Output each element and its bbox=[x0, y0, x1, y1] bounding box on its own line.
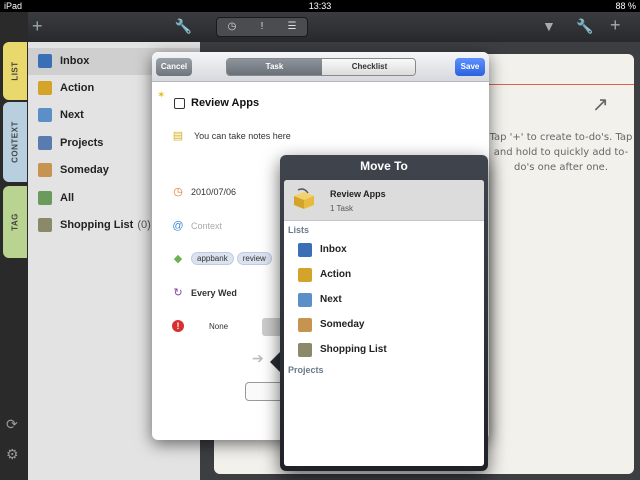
section-lists: Lists bbox=[288, 225, 310, 235]
status-bar: iPad 13:33 88 % bbox=[0, 0, 640, 12]
add-icon[interactable]: + bbox=[610, 15, 621, 36]
sidebar-item-label: Next bbox=[60, 109, 84, 121]
empty-hint-text: Tap '+' to create to-do's. Tap and hold … bbox=[489, 132, 633, 173]
move-item-label: Next bbox=[320, 294, 342, 305]
current-project: Review Apps 1 Task bbox=[284, 180, 484, 221]
action-icon bbox=[38, 81, 52, 95]
dialog-action-button[interactable] bbox=[245, 382, 285, 401]
item-count: (0) bbox=[137, 219, 151, 231]
tag-chip[interactable]: appbank bbox=[191, 252, 234, 265]
project-task-count: 1 Task bbox=[330, 204, 353, 213]
next-icon bbox=[38, 108, 52, 122]
complete-checkbox[interactable] bbox=[174, 98, 185, 109]
move-item-label: Shopping List bbox=[320, 344, 387, 355]
move-item-label: Action bbox=[320, 269, 352, 280]
clock-view-icon[interactable]: ◷ bbox=[217, 18, 247, 36]
cancel-button[interactable]: Cancel bbox=[156, 58, 192, 76]
task-title[interactable]: Review Apps bbox=[191, 97, 259, 109]
context-placeholder: Context bbox=[191, 221, 223, 231]
sidebar-item-label: All bbox=[60, 192, 75, 204]
due-date: 2010/07/06 bbox=[191, 187, 237, 197]
notes-row[interactable]: ▤ You can take notes here bbox=[152, 130, 489, 144]
priority-value: None bbox=[209, 322, 229, 331]
repeat-value: Every Wed bbox=[191, 288, 237, 298]
action-icon bbox=[298, 268, 312, 282]
alert-view-icon[interactable]: ! bbox=[247, 18, 277, 36]
project-box-icon bbox=[294, 188, 314, 209]
someday-icon bbox=[38, 163, 52, 177]
tag-icon: ◆ bbox=[173, 253, 183, 265]
tag-list: appbank review bbox=[191, 252, 275, 265]
priority-icon: ! bbox=[172, 320, 184, 332]
move-item-label: Someday bbox=[320, 319, 365, 330]
clock-icon: ◷ bbox=[173, 186, 183, 198]
someday-icon bbox=[298, 318, 312, 332]
move-item-action[interactable]: Action bbox=[284, 262, 484, 287]
sidebar-toolbar: + 🔧 bbox=[28, 12, 200, 42]
sidebar-item-label: Action bbox=[60, 82, 95, 94]
sidebar-item-label: Inbox bbox=[60, 55, 90, 67]
shopping-list-icon bbox=[298, 343, 312, 357]
sidebar-item-label: Shopping List (0) bbox=[60, 219, 151, 231]
wrench-icon[interactable]: 🔧 bbox=[576, 18, 593, 35]
tab-checklist[interactable]: Checklist bbox=[322, 59, 415, 75]
next-icon bbox=[298, 293, 312, 307]
popover-title: Move To bbox=[360, 159, 408, 173]
vertical-tab-bar: LIST CONTEXT TAG ⟳ ⚙ bbox=[0, 12, 28, 480]
move-item-next[interactable]: Next bbox=[284, 287, 484, 312]
at-icon: @ bbox=[172, 220, 184, 232]
sync-icon[interactable]: ⟳ bbox=[6, 416, 18, 433]
main-toolbar: ◷ ! ☰ ▼ 🔧 + bbox=[200, 12, 640, 42]
tab-tag[interactable]: TAG bbox=[3, 186, 27, 258]
move-item-shopping-list[interactable]: Shopping List bbox=[284, 337, 484, 362]
dialog-toolbar: Cancel Task Checklist Save bbox=[152, 52, 489, 82]
popover-content: Review Apps 1 Task Lists Inbox Action Ne… bbox=[284, 180, 484, 466]
add-icon[interactable]: + bbox=[32, 16, 43, 36]
move-item-inbox[interactable]: Inbox bbox=[284, 237, 484, 262]
tab-list[interactable]: LIST bbox=[3, 42, 27, 100]
projects-icon bbox=[38, 136, 52, 150]
list-view-icon[interactable]: ☰ bbox=[277, 18, 307, 36]
view-segmented-control: ◷ ! ☰ bbox=[216, 17, 308, 37]
tab-task[interactable]: Task bbox=[227, 59, 322, 75]
tag-chip[interactable]: review bbox=[236, 252, 272, 265]
all-icon bbox=[38, 191, 52, 205]
shopping-list-icon bbox=[38, 218, 52, 232]
title-row: Review Apps bbox=[152, 97, 489, 112]
move-arrow-icon[interactable]: ➔ bbox=[252, 350, 264, 367]
sidebar-item-label: Projects bbox=[60, 137, 104, 149]
project-name: Review Apps bbox=[330, 189, 386, 199]
arrow-hint-icon: ↗ bbox=[592, 94, 609, 116]
battery-label: 88 % bbox=[615, 1, 636, 11]
clock: 13:33 bbox=[308, 1, 332, 11]
section-projects: Projects bbox=[288, 365, 324, 375]
move-to-popover: Move To Review Apps 1 Task Lists Inbox A… bbox=[280, 155, 488, 471]
repeat-icon: ↻ bbox=[173, 287, 183, 299]
inbox-icon bbox=[298, 243, 312, 257]
gear-icon[interactable]: ⚙ bbox=[6, 446, 19, 463]
wrench-icon[interactable]: 🔧 bbox=[175, 18, 192, 35]
save-button[interactable]: Save bbox=[455, 58, 485, 76]
sidebar-item-label: Someday bbox=[60, 164, 109, 176]
inbox-icon bbox=[38, 54, 52, 68]
note-icon: ▤ bbox=[172, 130, 184, 142]
task-checklist-switch: Task Checklist bbox=[226, 58, 416, 76]
filter-icon[interactable]: ▼ bbox=[542, 18, 556, 34]
notes-text: You can take notes here bbox=[194, 131, 291, 141]
tab-context[interactable]: CONTEXT bbox=[3, 102, 27, 182]
move-item-someday[interactable]: Someday bbox=[284, 312, 484, 337]
move-item-label: Inbox bbox=[320, 244, 347, 255]
